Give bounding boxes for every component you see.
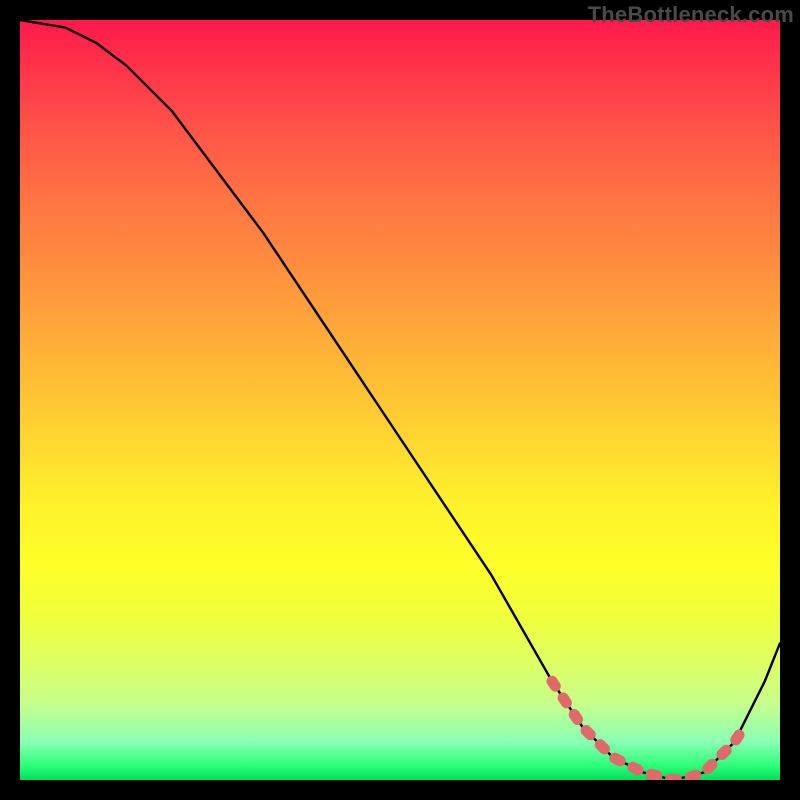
bottleneck-curve-path (20, 20, 780, 780)
watermark-label: TheBottleneck.com (588, 2, 794, 28)
bottleneck-line-chart (20, 20, 780, 780)
optimal-band-highlight (552, 681, 742, 780)
